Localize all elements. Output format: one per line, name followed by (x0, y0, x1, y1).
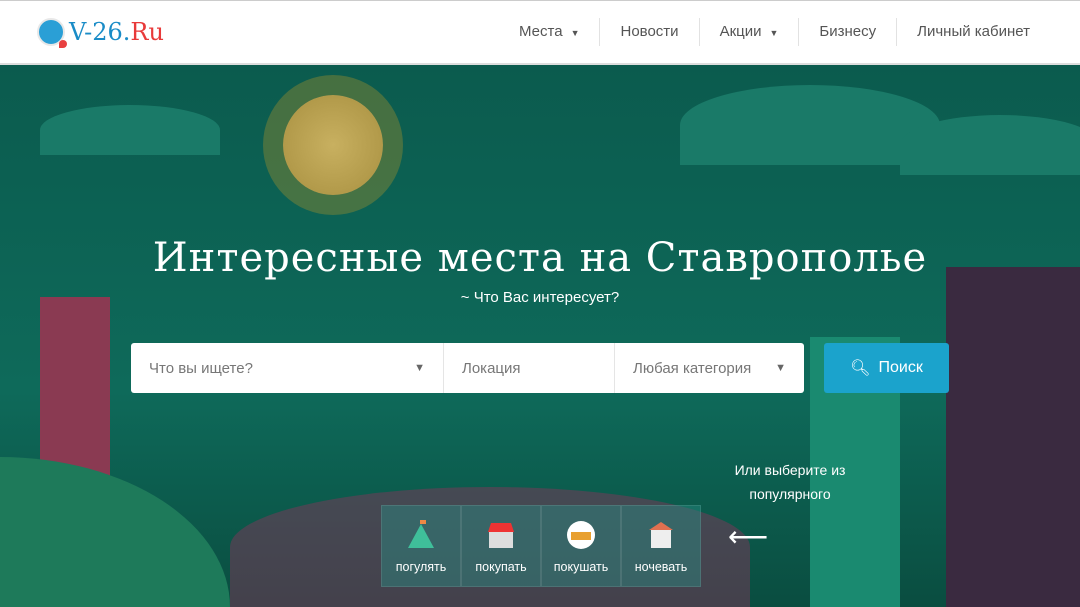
site-header: V-26.Ru Места ▼ Новости Акции ▼ Бизнесу Ли… (0, 0, 1080, 65)
search-form: Что вы ищете? ▼ Локация Любая категория ▼ (131, 343, 804, 393)
nav-promos[interactable]: Акции ▼ (698, 18, 799, 46)
category-shop[interactable]: покупать (461, 505, 541, 587)
what-input[interactable]: Что вы ищете? ▼ (131, 343, 443, 393)
what-placeholder: Что вы ищете? (149, 359, 253, 377)
category-label: покушать (553, 560, 609, 574)
caret-down-icon: ▼ (570, 28, 580, 38)
caret-down-icon: ▼ (769, 28, 779, 38)
logo-text: V-26.Ru (69, 18, 164, 46)
logo[interactable]: V-26.Ru (37, 18, 164, 48)
category-walk[interactable]: погулять (381, 505, 461, 587)
nav-places[interactable]: Места ▼ (499, 18, 599, 46)
location-input[interactable]: Локация (443, 343, 614, 393)
mountain-icon (408, 520, 434, 548)
caret-down-icon: ▼ (414, 362, 425, 374)
food-icon (567, 521, 595, 549)
search-button[interactable]: 🔍︎ Поиск (824, 343, 949, 393)
category-value: Любая категория (633, 359, 752, 377)
nav-news[interactable]: Новости (599, 18, 698, 46)
mountain-decor (900, 115, 1080, 175)
hero-title: Интересные места на Ставрополье (152, 235, 928, 281)
building-decor (946, 267, 1080, 607)
nav-label: Бизнесу (819, 23, 877, 40)
category-label: погулять (395, 560, 447, 574)
shop-icon (488, 523, 514, 548)
popular-hint: Или выберите из популярного (734, 462, 846, 502)
logo-ru: Ru (130, 18, 164, 46)
category-eat[interactable]: покушать (541, 505, 621, 587)
location-placeholder: Локация (462, 359, 521, 377)
nav-business[interactable]: Бизнесу (798, 18, 896, 46)
category-label: ночевать (634, 560, 688, 574)
globe-pin-icon (37, 18, 67, 48)
nav-label: Личный кабинет (917, 23, 1030, 40)
hill-decor (0, 457, 230, 607)
logo-main: V-26. (69, 18, 131, 46)
search-button-label: Поиск (878, 359, 923, 376)
caret-down-icon: ▼ (775, 362, 786, 374)
nav-label: Новости (620, 23, 679, 40)
search-icon: 🔍︎ (850, 360, 871, 377)
hero: Интересные места на Ставрополье ~ Что Ва… (0, 65, 1080, 607)
nav-label: Акции (719, 23, 762, 40)
hero-subtitle: ~ Что Вас интересует? (460, 289, 620, 306)
hotel-icon (649, 522, 673, 548)
category-stay[interactable]: ночевать (621, 505, 701, 587)
popular-categories: погулять покупать покушать ночевать (381, 505, 701, 587)
main-nav: Места ▼ Новости Акции ▼ Бизнесу Личный каб… (499, 18, 1050, 46)
category-select[interactable]: Любая категория ▼ (614, 343, 804, 393)
curved-arrow-icon: ⟵ (728, 521, 769, 552)
nav-label: Места (519, 23, 563, 40)
sun-illustration (283, 95, 383, 195)
mountain-decor (40, 105, 220, 155)
category-label: покупать (475, 560, 527, 574)
nav-account[interactable]: Личный кабинет (896, 18, 1050, 46)
